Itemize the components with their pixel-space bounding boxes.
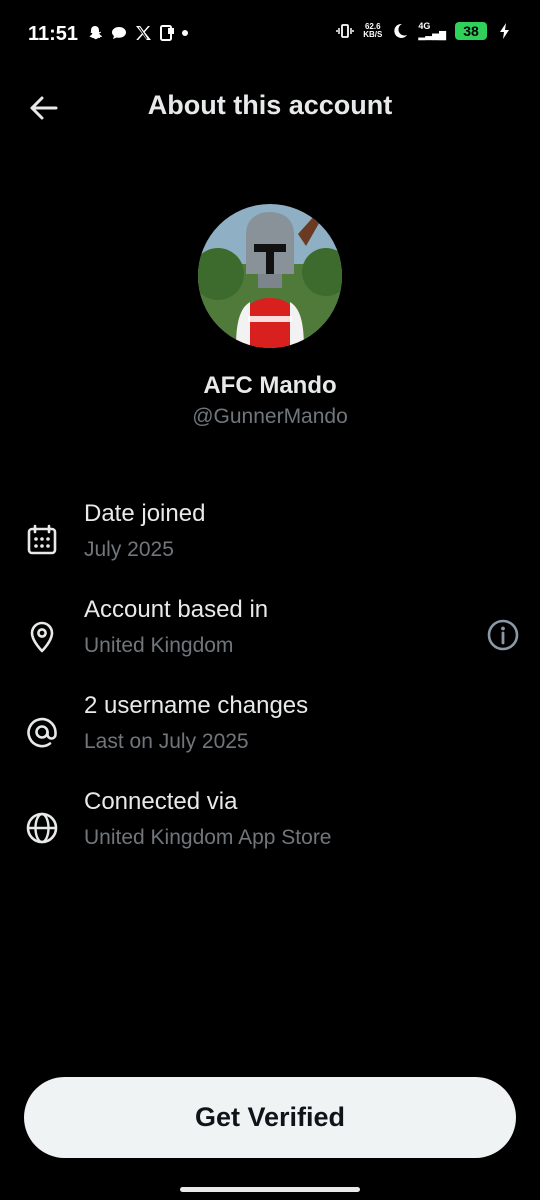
detail-subtitle: Last on July 2025 [84,730,249,753]
username-handle: @GunnerMando [192,405,348,428]
net-speed-unit: KB/S [363,30,383,39]
detail-subtitle: United Kingdom App Store [84,826,332,849]
at-sign-icon [24,714,60,750]
notification-icons [86,24,188,42]
page-title: About this account [147,90,393,120]
detail-title: 2 username changes [84,692,309,719]
detail-subtitle: July 2025 [84,538,174,561]
net-speed: 62.6 KB/S [363,23,382,39]
calendar-icon [24,522,60,558]
document-icon [158,24,176,42]
charging-icon [496,22,514,40]
get-verified-button[interactable]: Get Verified [24,1077,516,1158]
vibrate-icon [336,22,354,40]
detail-title: Account based in [84,596,269,623]
display-name: AFC Mando [203,372,337,399]
globe-icon [24,810,60,846]
signal-icon: 4G ▂▃▅▇ [418,22,446,40]
avatar[interactable] [198,204,342,348]
info-button[interactable] [486,618,520,652]
battery-icon: 38 [455,22,487,40]
snapchat-icon [86,24,104,42]
system-icons: 62.6 KB/S 4G ▂▃▅▇ 38 [336,22,514,40]
detail-row-username-changes: 2 username changes Last on July 2025 [0,692,540,762]
detail-title: Date joined [84,500,206,527]
signal-bars-icon: ▂▃▅▇ [418,30,446,40]
x-logo-icon [134,24,152,42]
detail-title: Connected via [84,788,238,815]
detail-subtitle: United Kingdom [84,634,234,657]
notification-dot-icon [182,30,188,36]
home-indicator[interactable] [180,1187,360,1192]
battery-level: 38 [463,23,479,39]
detail-row-account-based-in: Account based in United Kingdom [0,596,540,666]
status-time: 11:51 [28,23,79,45]
info-icon [487,619,519,651]
location-pin-icon [24,618,60,654]
detail-row-connected-via: Connected via United Kingdom App Store [0,788,540,858]
moon-icon [391,22,409,40]
chat-bubble-icon [110,24,128,42]
status-bar: 11:51 62.6 KB/S 4G ▂▃▅▇ 38 [0,0,540,70]
detail-row-date-joined: Date joined July 2025 [0,500,540,570]
